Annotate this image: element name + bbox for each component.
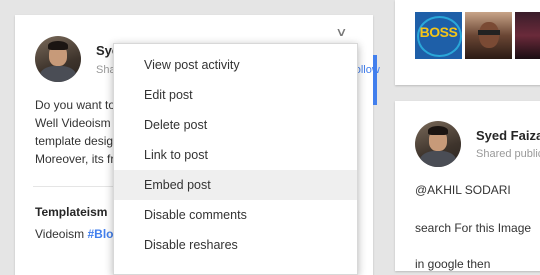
attachment-title[interactable]: Templateism: [35, 205, 107, 219]
menu-item-disable-reshares[interactable]: Disable reshares: [114, 230, 357, 260]
boss-logo-text: BOSS: [419, 24, 458, 40]
face-thumbnail[interactable]: [465, 12, 512, 59]
post-text-line: @AKHIL SODARI: [415, 183, 511, 197]
attachment-text-prefix: Videoism: [35, 227, 88, 241]
post-card-right: Syed Faizan Shared publicly @AKHIL SODAR…: [395, 101, 540, 271]
boss-thumbnail[interactable]: BOSS: [415, 12, 462, 59]
menu-item-embed-post[interactable]: Embed post: [114, 170, 357, 200]
author-name[interactable]: Syed Faizan: [476, 128, 540, 143]
menu-item-disable-comments[interactable]: Disable comments: [114, 200, 357, 230]
menu-item-link-to-post[interactable]: Link to post: [114, 140, 357, 170]
chevron-down-icon[interactable]: ∨: [335, 25, 347, 39]
post-options-menu: View post activity Edit post Delete post…: [113, 43, 358, 275]
menu-item-delete-post[interactable]: Delete post: [114, 110, 357, 140]
menu-item-edit-post[interactable]: Edit post: [114, 80, 357, 110]
author-avatar[interactable]: [35, 36, 81, 82]
post-text-line: search For this Image: [415, 221, 532, 235]
author-avatar[interactable]: [415, 121, 461, 167]
post-text-line: in google then: [415, 257, 491, 271]
menu-item-view-post-activity[interactable]: View post activity: [114, 50, 357, 80]
dark-thumbnail[interactable]: [515, 12, 540, 59]
share-visibility: Shared publicly: [476, 148, 540, 160]
follow-indicator: [373, 55, 377, 105]
photos-card: BOSS: [395, 0, 540, 85]
